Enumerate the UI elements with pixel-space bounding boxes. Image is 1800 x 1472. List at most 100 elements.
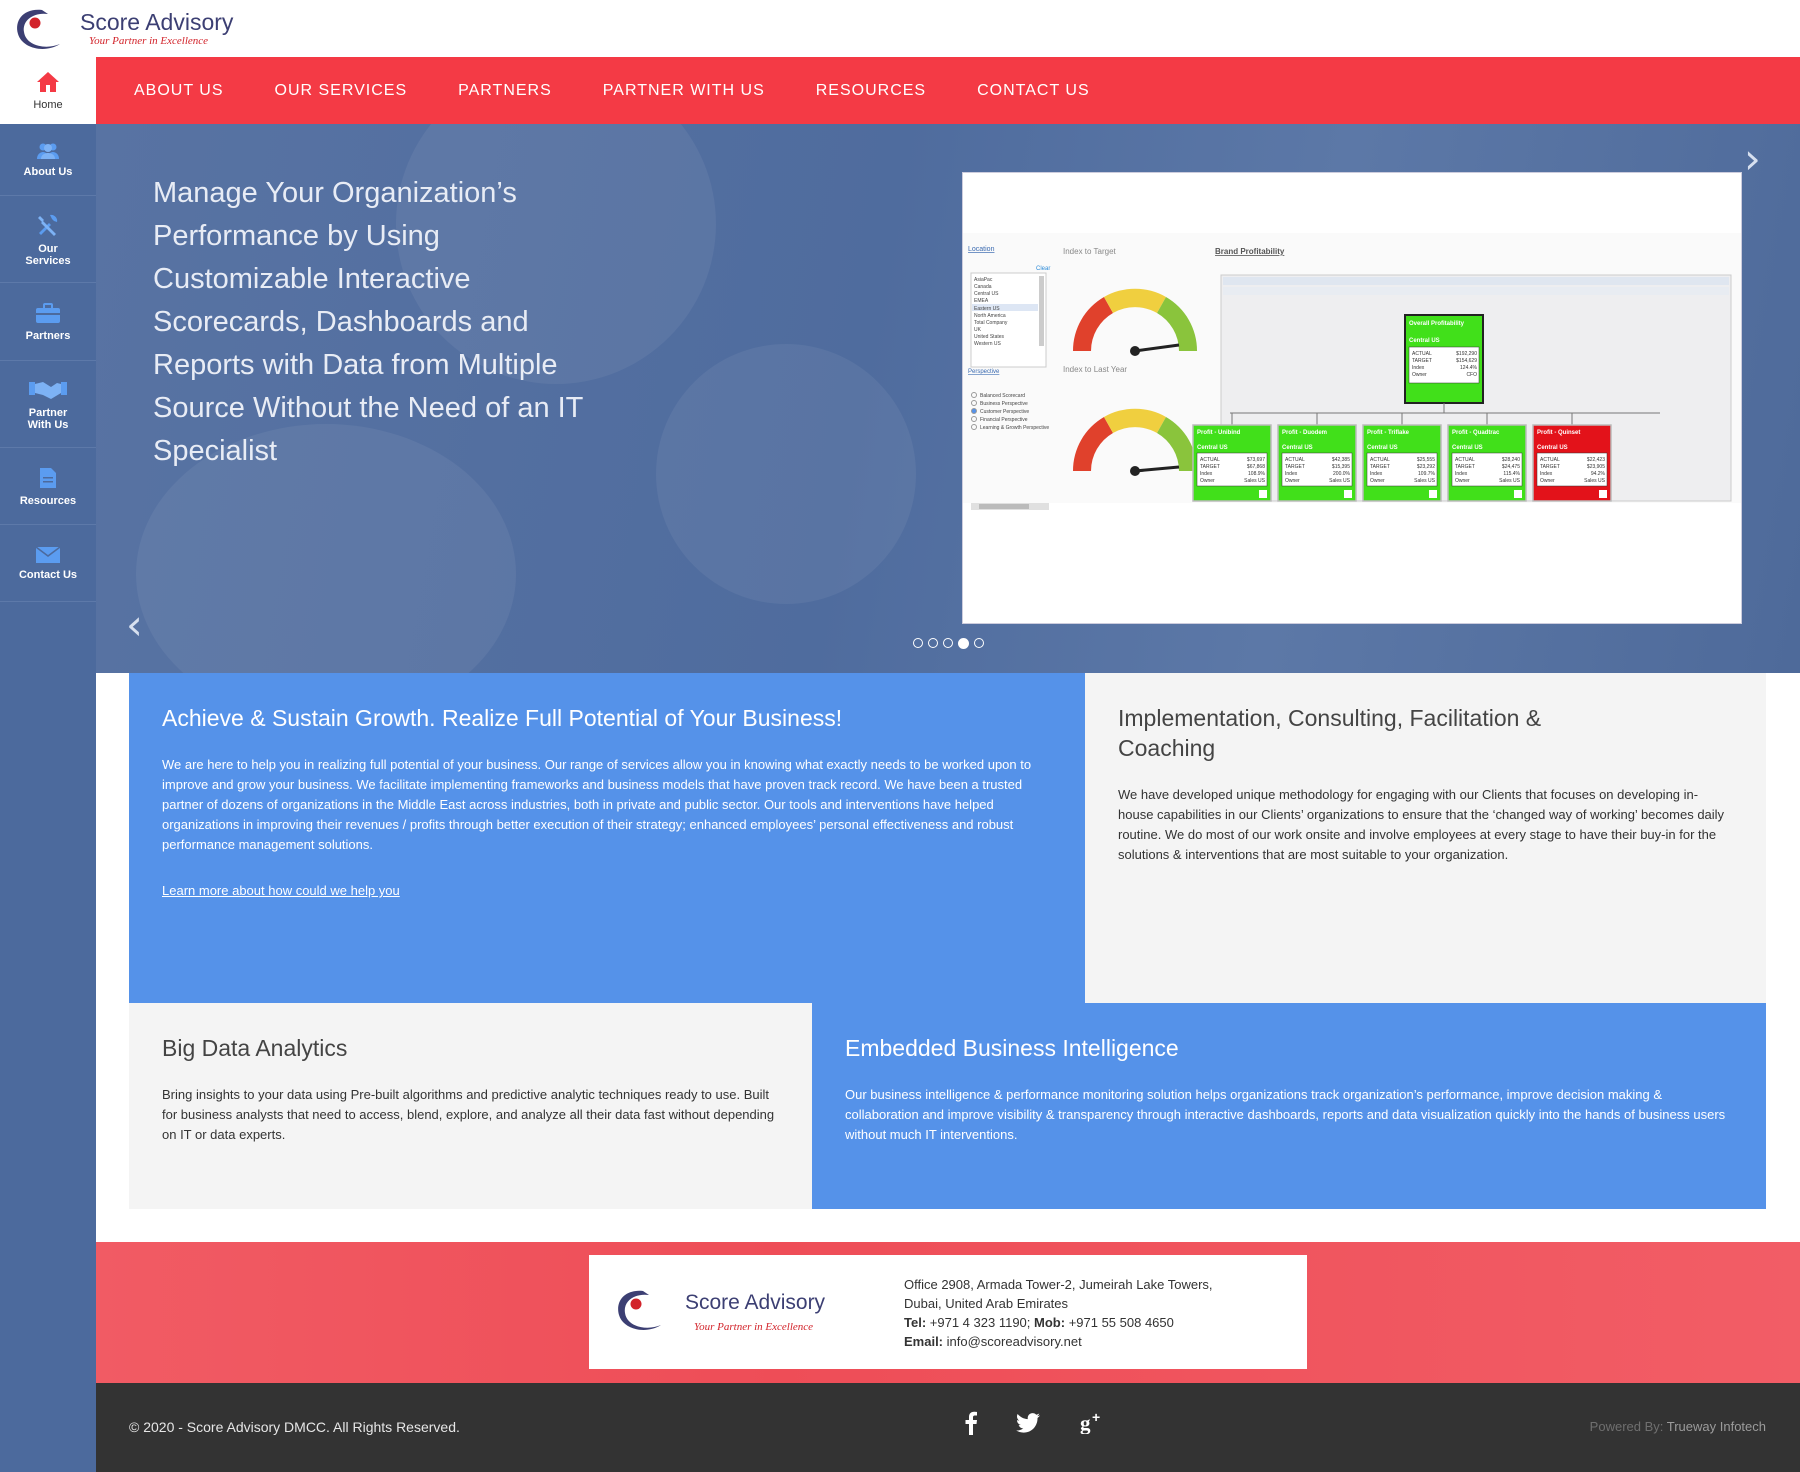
svg-text:g: g [1080, 1411, 1091, 1434]
svg-text:$23,905: $23,905 [1587, 464, 1605, 470]
contact-address: Office 2908, Armada Tower-2, Jumeirah La… [904, 1275, 1213, 1351]
implementation-block: Implementation, Consulting, Facilitation… [1085, 673, 1766, 1003]
document-icon [40, 467, 56, 488]
sidebar-item-label: Partner With Us [27, 406, 69, 431]
email-value[interactable]: info@scoreadvisory.net [947, 1334, 1082, 1349]
kpi-card: Profit - Duodem Central US ACTUAL $42,385 TA… [1277, 424, 1357, 502]
tel-label: Tel: [904, 1315, 927, 1330]
svg-text:Sales US: Sales US [1244, 478, 1266, 484]
phone-line: Tel: +971 4 323 1190; Mob: +971 55 508 4… [904, 1313, 1213, 1332]
mob-value[interactable]: +971 55 508 4650 [1069, 1315, 1174, 1330]
svg-text:Overall Profitability: Overall Profitability [1409, 321, 1465, 327]
contact-card: Score Advisory Your Partner in Excellenc… [589, 1255, 1307, 1369]
svg-text:$15,395: $15,395 [1332, 464, 1350, 470]
powered-by: Powered By: Trueway Infotech [1590, 1419, 1766, 1434]
logo-tagline: Your Partner in Excellence [89, 35, 209, 47]
growth-block: Achieve & Sustain Growth. Realize Full P… [129, 673, 1085, 1003]
svg-text:Index to Target: Index to Target [1063, 247, 1117, 256]
twitter-icon[interactable] [1016, 1413, 1040, 1433]
svg-text:Brand Profitability: Brand Profitability [1215, 247, 1285, 256]
svg-text:Profit - Quinset: Profit - Quinset [1537, 430, 1580, 436]
briefcase-icon [36, 303, 60, 323]
svg-text:Owner: Owner [1540, 478, 1555, 484]
svg-text:TARGET: TARGET [1540, 464, 1560, 470]
sidebar-item-label: Home [33, 98, 63, 111]
sidebar-item-label: Our Services [25, 242, 71, 267]
big-data-title: Big Data Analytics [162, 1035, 348, 1061]
sidebar-item-resources[interactable]: Resources [0, 449, 96, 525]
chevron-right-icon[interactable]: › [1744, 134, 1761, 183]
tel-value[interactable]: +971 4 323 1190; [930, 1315, 1031, 1330]
hero-headline: Manage Your Organization’s Performance b… [153, 177, 583, 467]
svg-text:Canada: Canada [974, 284, 992, 290]
nav-contact-us[interactable]: CONTACT US [977, 82, 1090, 100]
powered-by-label: Powered By: [1589, 1419, 1664, 1434]
embedded-bi-title: Embedded Business Intelligence [845, 1035, 1179, 1061]
nav-our-services[interactable]: OUR SERVICES [275, 82, 408, 100]
hero-slider: Manage Your Organization’s Performance b… [96, 124, 1800, 673]
svg-text:ACTUAL: ACTUAL [1285, 457, 1305, 463]
svg-text:TARGET: TARGET [1285, 464, 1305, 470]
svg-text:TARGET: TARGET [1370, 464, 1390, 470]
svg-text:Owner: Owner [1455, 478, 1470, 484]
slider-dot[interactable] [913, 638, 923, 648]
svg-text:TARGET: TARGET [1455, 464, 1475, 470]
nav-partner-with-us[interactable]: PARTNER WITH US [603, 82, 765, 100]
sidebar-item-partners[interactable]: Partners [0, 284, 96, 361]
sidebar-item-contact[interactable]: Contact Us [0, 526, 96, 602]
kpi-card: Profit - Quinset Central US ACTUAL $22,423 T… [1532, 424, 1612, 502]
sidebar-item-partner-with-us[interactable]: Partner With Us [0, 362, 96, 448]
google-plus-icon[interactable]: g + [1080, 1410, 1106, 1434]
svg-text:115.4%: 115.4% [1503, 471, 1520, 477]
learn-more-link[interactable]: Learn more about how could we help you [162, 883, 400, 898]
chevron-left-icon[interactable]: ‹ [126, 600, 143, 649]
nav-resources[interactable]: RESOURCES [816, 82, 926, 100]
header: Score Advisory Your Partner in Excellenc… [0, 0, 1800, 57]
sidebar-item-home[interactable]: Home [0, 57, 96, 124]
svg-text:Index: Index [1285, 471, 1298, 477]
implementation-title: Implementation, Consulting, Facilitation… [1118, 705, 1542, 761]
footer-logo-tagline: Your Partner in Excellence [694, 1321, 814, 1333]
svg-text:124.4%: 124.4% [1460, 365, 1478, 371]
svg-text:Central US: Central US [1197, 445, 1228, 451]
sidebar-item-label: Partners [25, 330, 71, 342]
svg-text:Index to Last Year: Index to Last Year [1063, 365, 1127, 374]
svg-text:ACTUAL: ACTUAL [1412, 351, 1432, 357]
slider-dot[interactable] [974, 638, 984, 648]
svg-text:Owner: Owner [1200, 478, 1215, 484]
svg-text:$67,868: $67,868 [1247, 464, 1265, 470]
svg-text:Central US: Central US [1537, 445, 1568, 451]
svg-text:Owner: Owner [1412, 372, 1427, 378]
powered-by-link[interactable]: Trueway Infotech [1667, 1419, 1766, 1434]
big-data-block: Big Data Analytics Bring insights to you… [129, 1003, 812, 1209]
slider-dot-active[interactable] [958, 638, 969, 649]
svg-text:Index: Index [1455, 471, 1468, 477]
facebook-icon[interactable] [964, 1411, 978, 1435]
sidebar-item-about[interactable]: About Us [0, 124, 96, 196]
svg-text:Index: Index [1200, 471, 1213, 477]
slider-dot[interactable] [943, 638, 953, 648]
hero-background-shape [656, 344, 916, 604]
slider-dot[interactable] [928, 638, 938, 648]
svg-text:$24,475: $24,475 [1502, 464, 1520, 470]
svg-text:Financial Perspective: Financial Perspective [980, 417, 1028, 423]
nav-about-us[interactable]: ABOUT US [134, 82, 224, 100]
svg-text:$25,555: $25,555 [1417, 457, 1435, 463]
svg-text:Central US: Central US [1367, 445, 1398, 451]
svg-text:200.0%: 200.0% [1333, 471, 1351, 477]
nav-partners[interactable]: PARTNERS [458, 82, 552, 100]
svg-text:$154,629: $154,629 [1456, 358, 1477, 364]
sidebar-item-services[interactable]: Our Services [0, 197, 96, 283]
svg-text:Central US: Central US [974, 291, 999, 297]
svg-text:Sales US: Sales US [1414, 478, 1436, 484]
svg-text:Learning & Growth Perspective: Learning & Growth Perspective [980, 425, 1049, 431]
embedded-bi-body: Our business intelligence & performance … [845, 1087, 1726, 1142]
logo[interactable]: Score Advisory Your Partner in Excellenc… [12, 4, 242, 54]
sidebar-item-label: About Us [23, 165, 73, 178]
svg-text:United States: United States [974, 334, 1005, 340]
embedded-bi-block: Embedded Business Intelligence Our busin… [812, 1003, 1766, 1209]
kpi-card: Profit - Quadtrac Central US ACTUAL $28,240… [1447, 424, 1527, 502]
svg-text:ACTUAL: ACTUAL [1200, 457, 1220, 463]
svg-text:$28,240: $28,240 [1502, 457, 1520, 463]
footer-logo-name: Score Advisory [685, 1291, 826, 1314]
